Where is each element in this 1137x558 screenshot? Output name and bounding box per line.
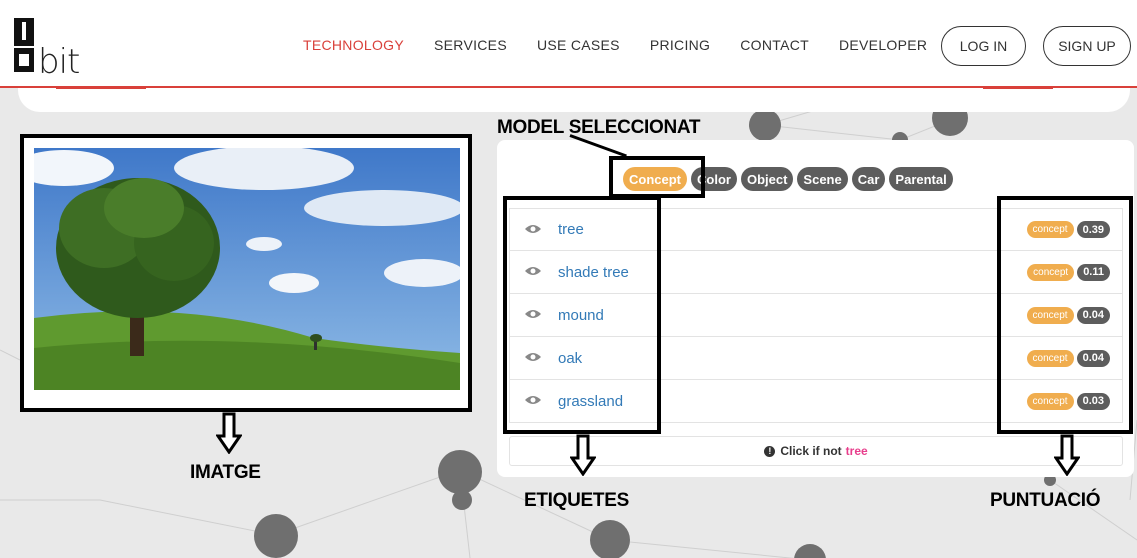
down-arrow-icon — [1054, 434, 1080, 476]
score-annotation-box — [997, 196, 1133, 434]
signup-button[interactable]: SIGN UP — [1043, 26, 1131, 66]
labels-annotation-box — [503, 196, 661, 434]
header-strip — [18, 86, 1130, 112]
main-nav: TECHNOLOGY SERVICES USE CASES PRICING CO… — [303, 37, 927, 53]
feedback-button[interactable]: ! Click if not tree — [509, 436, 1123, 466]
site-logo[interactable]: bit — [14, 18, 134, 82]
image-annotation-label: IMATGE — [190, 462, 261, 483]
model-annotation: MODEL SELECCIONAT — [497, 117, 701, 138]
model-pill-parental[interactable]: Parental — [889, 167, 953, 191]
uploaded-image — [34, 148, 460, 390]
down-arrow-icon — [570, 434, 596, 476]
top-navbar: bit TECHNOLOGY SERVICES USE CASES PRICIN… — [0, 0, 1137, 88]
login-button[interactable]: LOG IN — [941, 26, 1026, 66]
feedback-prefix: Click if not — [780, 444, 842, 458]
labels-annotation-label: ETIQUETES — [524, 490, 629, 511]
info-icon: ! — [764, 445, 776, 457]
nav-developer[interactable]: DEVELOPER — [839, 37, 927, 53]
nav-use-cases[interactable]: USE CASES — [537, 37, 620, 53]
model-pill-object[interactable]: Object — [740, 167, 794, 191]
model-pill-scene[interactable]: Scene — [797, 167, 848, 191]
nav-pricing[interactable]: PRICING — [650, 37, 710, 53]
nav-services[interactable]: SERVICES — [434, 37, 507, 53]
selected-model-box — [609, 156, 705, 198]
nav-technology[interactable]: TECHNOLOGY — [303, 37, 404, 53]
model-pill-car[interactable]: Car — [851, 167, 886, 191]
score-annotation-label: PUNTUACIÓ — [990, 490, 1101, 511]
image-annotation-box — [20, 134, 472, 412]
logo-text: bit — [38, 42, 80, 82]
nav-contact[interactable]: CONTACT — [740, 37, 809, 53]
feedback-term: tree — [845, 444, 868, 458]
down-arrow-icon — [216, 412, 242, 454]
